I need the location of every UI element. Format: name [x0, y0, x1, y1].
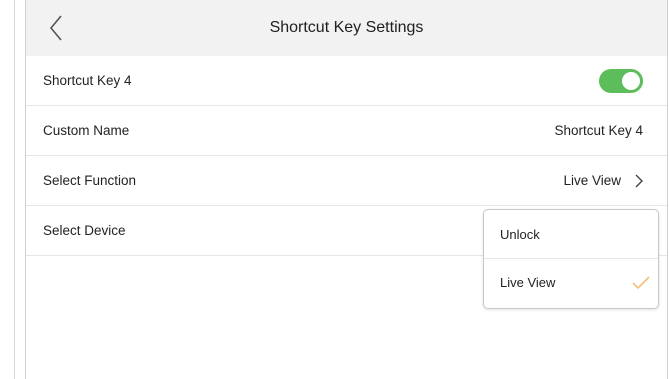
dropdown-option-label: Live View: [500, 275, 556, 290]
chevron-left-icon: [49, 15, 62, 41]
select-function-value-wrap: Live View: [563, 173, 643, 188]
dropdown-option-unlock[interactable]: Unlock: [484, 210, 658, 258]
dropdown-option-live-view[interactable]: Live View: [484, 258, 658, 306]
select-function-value: Live View: [563, 173, 621, 188]
select-function-row[interactable]: Select Function Live View: [26, 156, 667, 206]
shortcut-key-toggle[interactable]: [599, 68, 643, 93]
dropdown-option-label: Unlock: [500, 226, 540, 242]
chevron-right-icon: [635, 174, 643, 188]
settings-panel: Shortcut Key Settings Shortcut Key 4 Cus…: [25, 0, 668, 379]
back-button[interactable]: [40, 12, 72, 44]
custom-name-value: Shortcut Key 4: [554, 123, 643, 138]
select-device-label: Select Device: [43, 223, 126, 238]
header-bar: Shortcut Key Settings: [26, 0, 667, 56]
left-edge-divider: [14, 0, 15, 379]
select-function-label: Select Function: [43, 173, 137, 188]
page-title: Shortcut Key Settings: [269, 19, 424, 36]
toggle-knob: [622, 71, 640, 90]
shortcut-key-label: Shortcut Key 4: [43, 73, 132, 88]
checkmark-icon: [632, 275, 650, 289]
custom-name-label: Custom Name: [43, 123, 130, 138]
function-dropdown: Unlock Live View: [483, 209, 659, 309]
custom-name-row[interactable]: Custom Name Shortcut Key 4: [26, 106, 667, 156]
shortcut-key-row: Shortcut Key 4: [26, 56, 667, 106]
